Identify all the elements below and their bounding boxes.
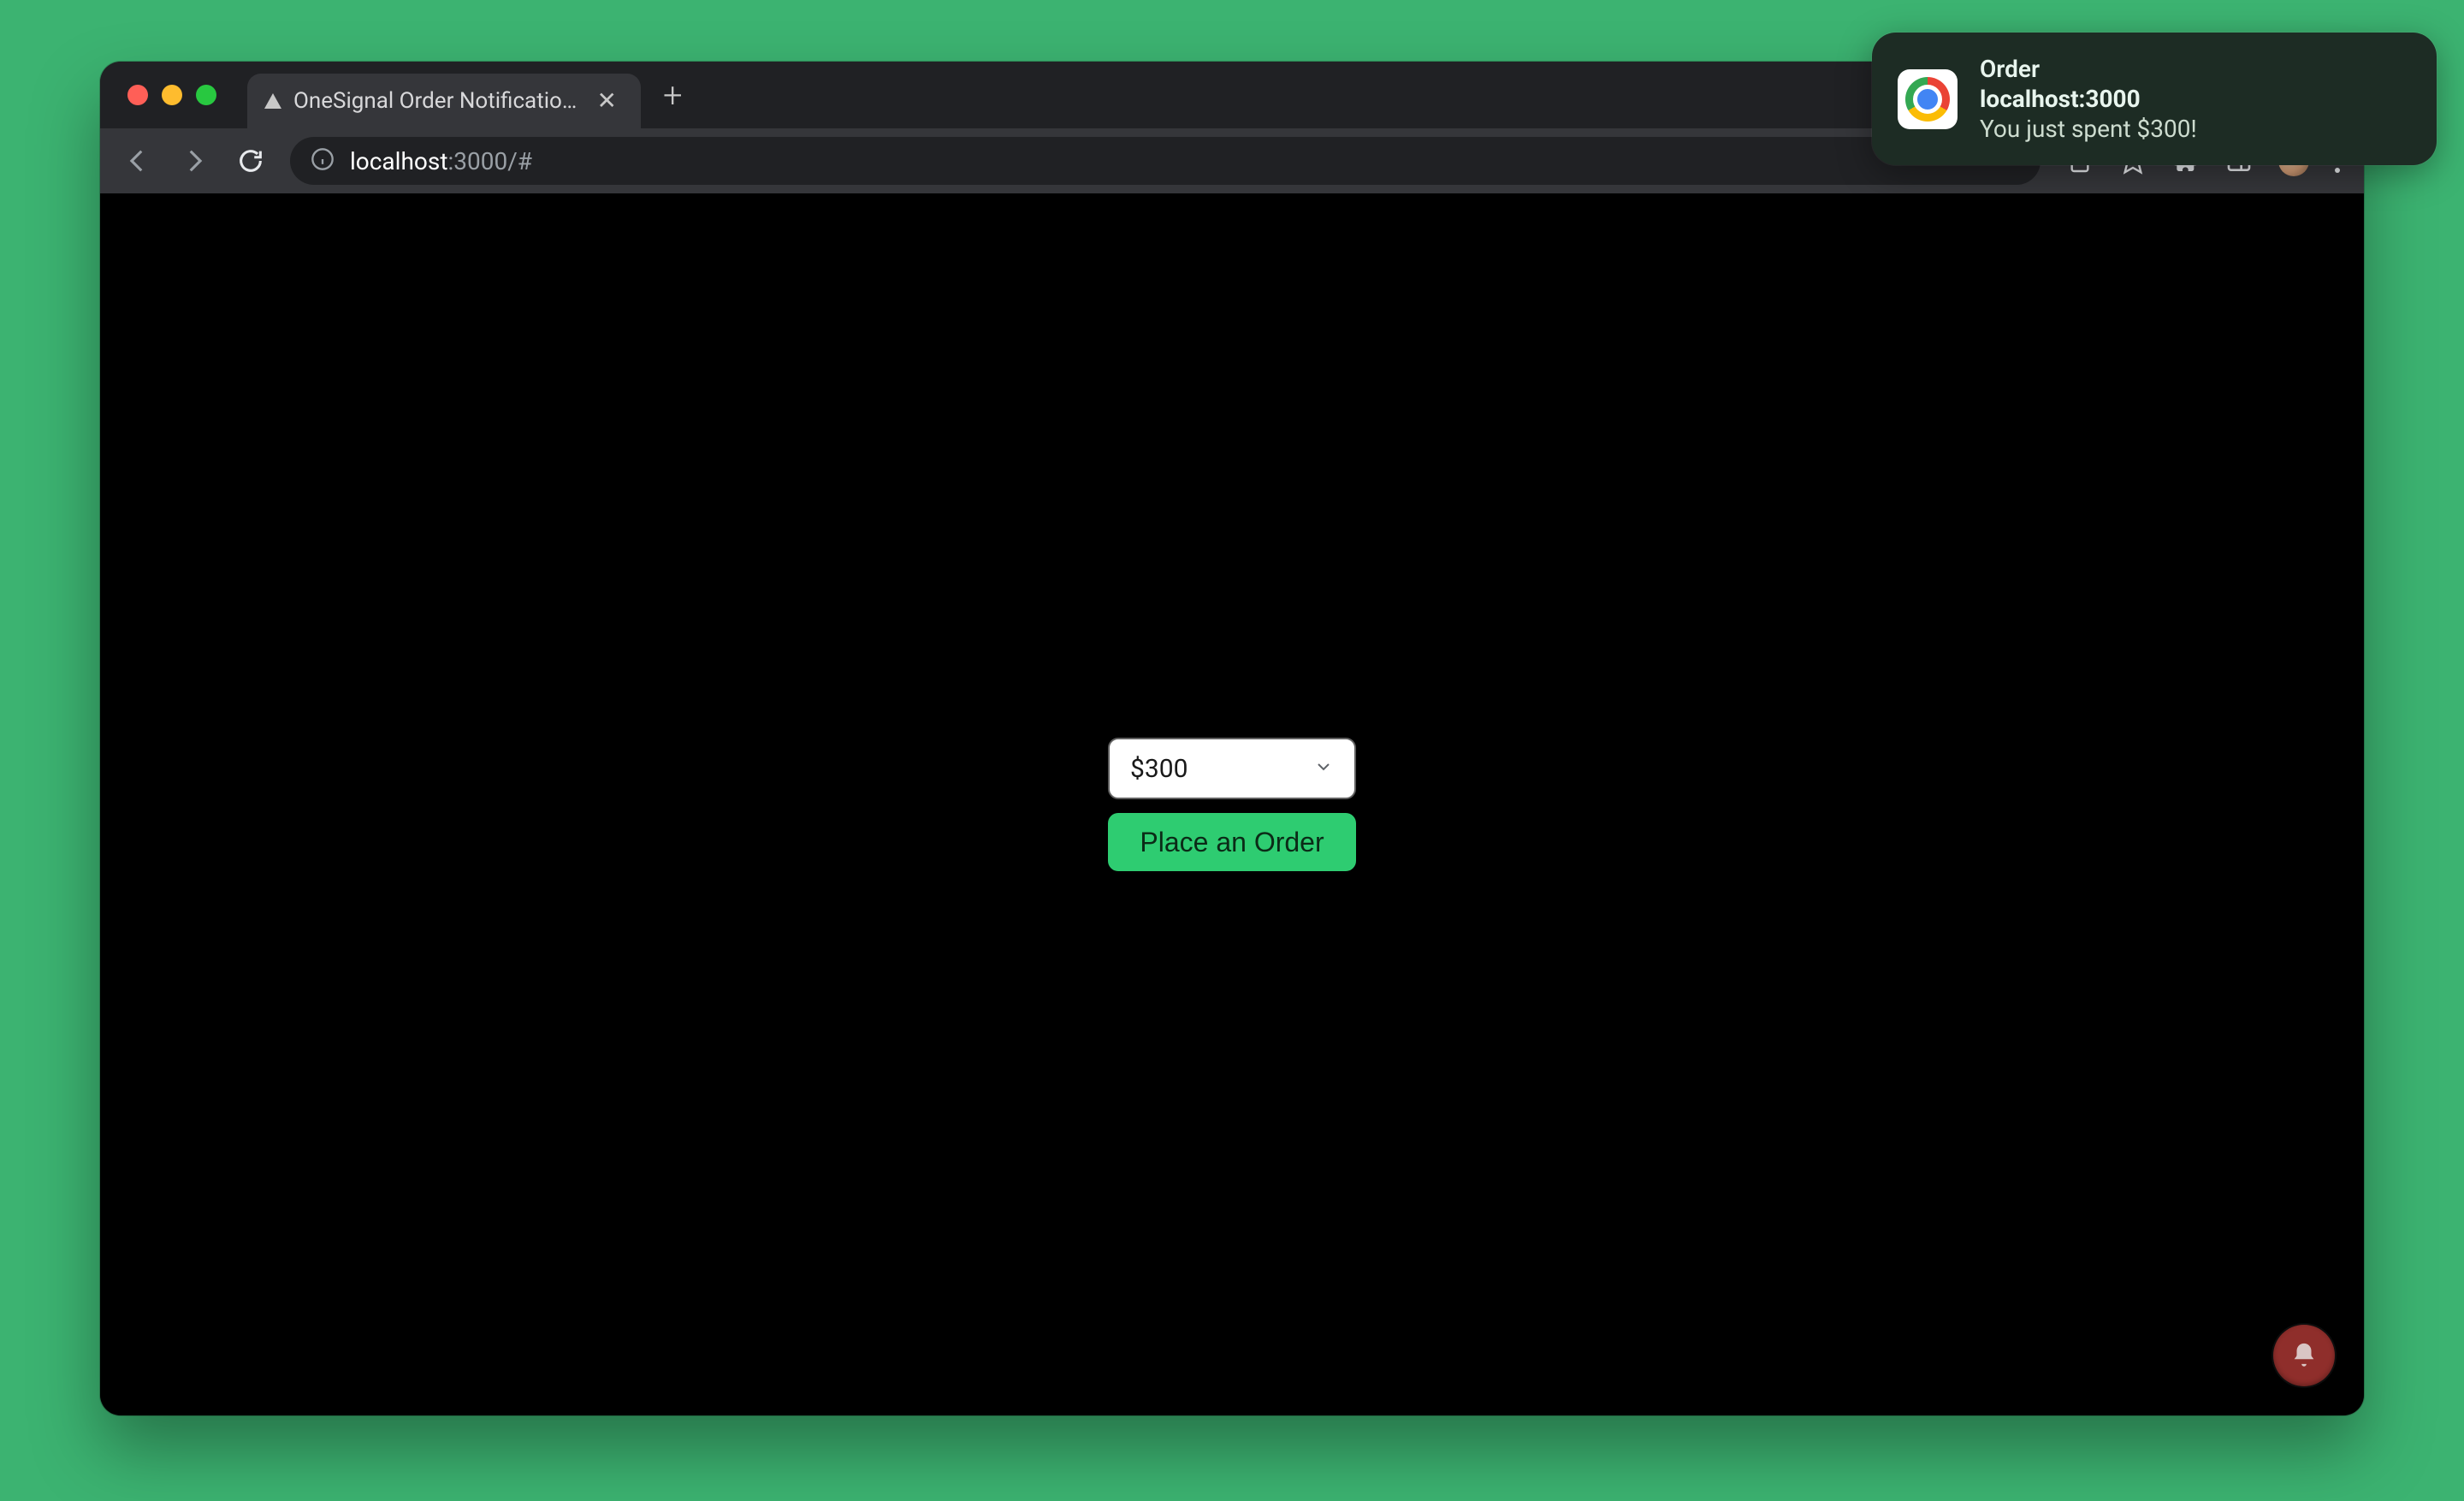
arrow-right-icon <box>180 146 209 175</box>
notification-message: You just spent $300! <box>1980 115 2197 143</box>
tab-title: OneSignal Order Notification A <box>293 88 585 114</box>
notification-title: Order <box>1980 55 2197 83</box>
browser-window: OneSignal Order Notification A ✕ + local… <box>100 62 2364 1415</box>
notification-body: Order localhost:3000 You just spent $300… <box>1980 55 2197 143</box>
notification-app-icon <box>1898 69 1958 129</box>
page-content: $300 Place an Order <box>100 193 2364 1415</box>
bell-icon <box>2289 1341 2319 1370</box>
notification-source: localhost:3000 <box>1980 85 2197 113</box>
amount-select[interactable]: $300 <box>1108 738 1356 799</box>
system-notification[interactable]: Order localhost:3000 You just spent $300… <box>1872 33 2437 165</box>
window-close-button[interactable] <box>127 85 148 105</box>
chevron-down-icon <box>1313 754 1334 784</box>
reload-button[interactable] <box>227 137 275 185</box>
url-path: :3000/# <box>447 147 532 175</box>
amount-select-value: $300 <box>1130 754 1188 784</box>
notification-bell-fab[interactable] <box>2273 1325 2335 1386</box>
reload-icon <box>236 146 265 175</box>
window-minimize-button[interactable] <box>162 85 182 105</box>
chrome-icon <box>1905 77 1950 122</box>
url-host: localhost <box>350 147 447 175</box>
address-bar[interactable]: localhost:3000/# <box>290 137 2040 185</box>
window-maximize-button[interactable] <box>196 85 216 105</box>
forward-button[interactable] <box>170 137 218 185</box>
arrow-left-icon <box>123 146 152 175</box>
new-tab-button[interactable]: + <box>651 75 695 116</box>
place-order-button[interactable]: Place an Order <box>1108 813 1356 871</box>
window-controls <box>117 85 237 105</box>
tab-close-button[interactable]: ✕ <box>597 89 617 113</box>
tab-favicon-icon <box>264 93 281 109</box>
browser-tab[interactable]: OneSignal Order Notification A ✕ <box>247 74 641 128</box>
site-info-icon[interactable] <box>311 147 335 175</box>
back-button[interactable] <box>114 137 162 185</box>
url-text: localhost:3000/# <box>350 147 532 175</box>
